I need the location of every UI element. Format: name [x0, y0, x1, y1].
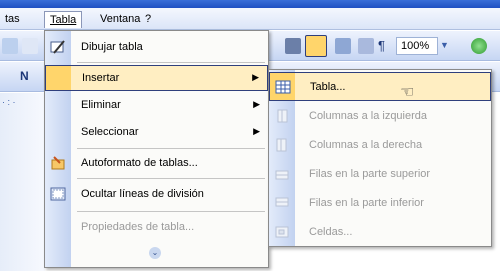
- table-grid-icon[interactable]: [285, 38, 301, 54]
- submenu-item-label: Tabla...: [310, 81, 346, 93]
- submenu-arrow-icon: ▶: [253, 99, 260, 109]
- menu-item-eliminar[interactable]: Eliminar ▶: [45, 93, 268, 119]
- insert-rows-below-icon: [274, 195, 290, 211]
- menu-item-label: Autoformato de tablas...: [81, 157, 198, 169]
- pencil-icon: [50, 39, 66, 55]
- menu-item-label: Seleccionar: [81, 126, 139, 138]
- tabla-menu: Dibujar tabla Insertar ▶ Eliminar ▶ Sele…: [44, 30, 269, 268]
- ruler-marks: · : ·: [2, 97, 16, 107]
- submenu-item-label: Columnas a la derecha: [309, 139, 423, 151]
- menu-item-label: Eliminar: [81, 99, 121, 111]
- submenu-item-label: Filas en la parte inferior: [309, 197, 424, 209]
- menu-tabla-label: Tabla: [50, 14, 77, 26]
- menu-ventana[interactable]: Ventana: [95, 11, 145, 28]
- table-icon: [275, 79, 291, 95]
- menu-separator: [77, 211, 265, 212]
- menu-help[interactable]: ?: [140, 11, 156, 28]
- submenu-item-label: Columnas a la izquierda: [309, 110, 428, 122]
- menu-item-label: Insertar: [82, 72, 120, 84]
- submenu-item-label: Filas en la parte superior: [309, 168, 431, 180]
- gridlines-icon: [50, 186, 66, 202]
- insert-cells-icon: [274, 224, 290, 240]
- submenu-item-label: Celdas...: [309, 226, 353, 238]
- insertar-submenu: Tabla... Columnas a la izquierda Columna…: [268, 69, 492, 247]
- menu-item-autoformato[interactable]: Autoformato de tablas...: [45, 151, 268, 177]
- highlight-gutter: [46, 66, 71, 90]
- submenu-arrow-icon: ▶: [253, 126, 260, 136]
- submenu-arrow-icon: ▶: [252, 72, 259, 82]
- title-bar: [0, 0, 500, 8]
- bold-icon[interactable]: N: [20, 69, 36, 85]
- submenu-item-tabla[interactable]: Tabla...: [269, 72, 491, 101]
- menu-item-dibujar-tabla[interactable]: Dibujar tabla: [45, 35, 268, 61]
- insert-table-icon[interactable]: [305, 35, 327, 57]
- menu-separator: [77, 62, 265, 63]
- insert-columns-left-icon: [274, 108, 290, 124]
- menu-separator: [77, 178, 265, 179]
- menu-separator: [77, 148, 265, 149]
- menu-item-propiedades[interactable]: Propiedades de tabla...: [45, 215, 268, 241]
- insert-columns-right-icon: [274, 137, 290, 153]
- menu-item-insertar[interactable]: Insertar ▶: [45, 65, 268, 91]
- autoformat-icon: [50, 155, 66, 171]
- columns-icon[interactable]: [335, 38, 351, 54]
- menu-herramientas[interactable]: tas: [0, 11, 25, 28]
- zoom-select[interactable]: 100%: [396, 37, 438, 55]
- mouse-pointer-icon: ☜: [400, 82, 415, 101]
- left-ruler: [0, 93, 45, 271]
- toolbar-icon[interactable]: [22, 38, 38, 54]
- pilcrow-icon[interactable]: ¶: [378, 38, 394, 54]
- document-map-icon[interactable]: [358, 38, 374, 54]
- expand-menu-icon[interactable]: ⌄: [149, 247, 161, 259]
- insert-rows-above-icon: [274, 166, 290, 182]
- menu-bar: tas Tabla Ventana ?: [0, 8, 500, 30]
- menu-tabla[interactable]: Tabla: [44, 11, 83, 28]
- submenu-item-filas-inferior[interactable]: Filas en la parte inferior: [269, 189, 491, 218]
- submenu-item-columnas-derecha[interactable]: Columnas a la derecha: [269, 131, 491, 160]
- menu-item-seleccionar[interactable]: Seleccionar ▶: [45, 120, 268, 146]
- menu-item-label: Propiedades de tabla...: [81, 221, 195, 233]
- chevron-down-icon[interactable]: ▼: [440, 40, 449, 50]
- submenu-item-columnas-izquierda[interactable]: Columnas a la izquierda: [269, 102, 491, 131]
- menu-item-ocultar-lineas[interactable]: Ocultar líneas de división: [45, 182, 268, 208]
- help-icon[interactable]: [471, 38, 487, 54]
- submenu-item-filas-superior[interactable]: Filas en la parte superior: [269, 160, 491, 189]
- submenu-item-celdas[interactable]: Celdas...: [269, 218, 491, 247]
- menu-item-label: Dibujar tabla: [81, 41, 143, 53]
- toolbar-icon[interactable]: [2, 38, 18, 54]
- menu-item-label: Ocultar líneas de división: [81, 188, 204, 200]
